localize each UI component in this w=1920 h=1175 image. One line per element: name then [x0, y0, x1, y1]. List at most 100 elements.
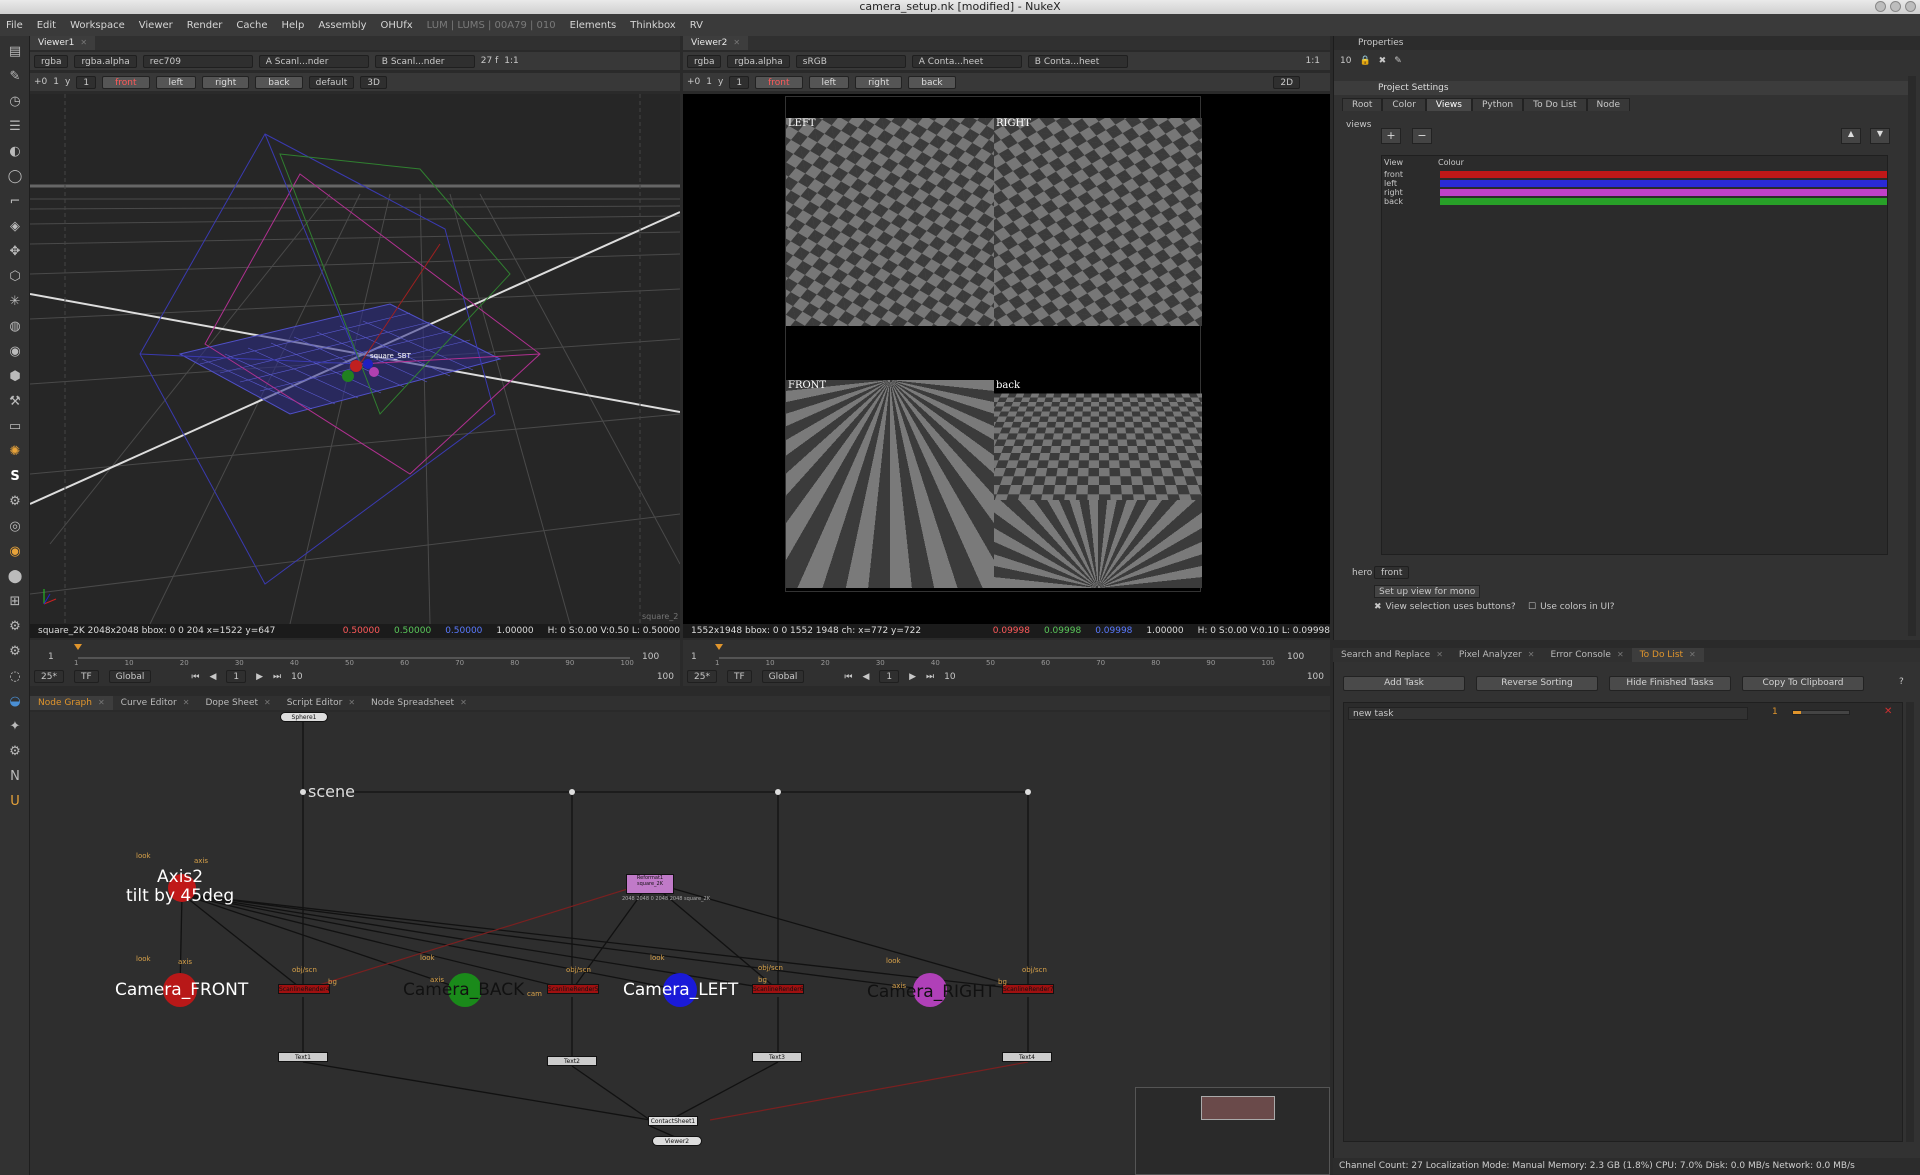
viewer1-frame-num[interactable]: 1: [53, 77, 59, 87]
viewer1-input-a-select[interactable]: A Scanl...nder: [258, 54, 369, 68]
time-tool-icon[interactable]: ◷: [4, 91, 26, 111]
menu-assembly[interactable]: Assembly: [318, 20, 366, 31]
viewer2-frame-offset[interactable]: +0: [687, 77, 700, 87]
node-graph-navigator[interactable]: [1135, 1087, 1330, 1175]
viewer2-range-end[interactable]: 100: [1307, 672, 1324, 682]
maximize-button[interactable]: [1890, 1, 1901, 12]
help-button[interactable]: ?: [1899, 677, 1904, 687]
plugin-cog-icon[interactable]: ⚙: [4, 616, 26, 636]
tab-script-editor[interactable]: Script Editor ✕: [279, 696, 363, 710]
task-progress-slider[interactable]: [1792, 710, 1850, 715]
checkbox-checked-icon[interactable]: ✖: [1374, 602, 1382, 612]
viewer1-tf-select[interactable]: TF: [73, 670, 99, 683]
camera-left-gizmo[interactable]: [363, 359, 373, 369]
viewer1-gain[interactable]: 27 f: [481, 56, 498, 66]
move-up-icon[interactable]: ▲: [1841, 128, 1861, 144]
use-colors-option[interactable]: ☐ Use colors in UI?: [1528, 602, 1615, 612]
scanline-render-node-1[interactable]: ScanlineRender4: [278, 984, 330, 994]
menu-thinkbox[interactable]: Thinkbox: [630, 20, 675, 31]
close-icon[interactable]: ✕: [80, 36, 87, 50]
view-buttons-option[interactable]: ✖ View selection uses buttons?: [1374, 602, 1516, 612]
clear-icon[interactable]: ✖: [1379, 56, 1387, 66]
merge-tool-icon[interactable]: ◈: [4, 216, 26, 236]
reformat-node[interactable]: Reformat1 square_2K: [626, 874, 674, 894]
viewer1-colorspace-select[interactable]: rec709: [142, 54, 253, 68]
view-colour-swatch[interactable]: [1440, 189, 1887, 196]
viewer1-y-value[interactable]: 1: [76, 75, 97, 89]
transform-tool-icon[interactable]: ✥: [4, 241, 26, 261]
setup-mono-button[interactable]: Set up view for mono: [1374, 585, 1481, 598]
viewer1-view-right-button[interactable]: right: [202, 75, 250, 89]
plugin-cog2-icon[interactable]: ⚙: [4, 641, 26, 661]
plugin-blue-icon[interactable]: ◒: [4, 691, 26, 711]
particles-tool-icon[interactable]: ✳: [4, 291, 26, 311]
viewer1-channels-select[interactable]: rgba: [34, 54, 69, 68]
viewer2-input-b-select[interactable]: B Conta...heet: [1027, 54, 1128, 68]
playhead-marker[interactable]: [74, 644, 82, 650]
edit-icon[interactable]: ✎: [1394, 56, 1402, 66]
views-row[interactable]: left: [1384, 179, 1887, 188]
viewer2-scope-select[interactable]: Global: [761, 670, 805, 683]
text-node-4[interactable]: Text4: [1002, 1052, 1052, 1062]
tab-viewer1[interactable]: Viewer1 ✕: [30, 36, 96, 50]
viewer1-lut-select[interactable]: default: [308, 75, 355, 89]
tab-color[interactable]: Color: [1382, 98, 1426, 111]
views-row[interactable]: front: [1384, 170, 1887, 179]
viewer1-fps-select[interactable]: 25*: [34, 670, 64, 683]
task-name-field[interactable]: new task: [1348, 707, 1748, 720]
checkbox-unchecked-icon[interactable]: ☐: [1528, 602, 1536, 612]
viewer2-fps-select[interactable]: 25*: [687, 670, 717, 683]
play-icon[interactable]: ▶: [256, 672, 263, 682]
menu-cache[interactable]: Cache: [236, 20, 267, 31]
close-icon[interactable]: ✕: [733, 36, 740, 50]
task-scrollbar[interactable]: [1906, 702, 1914, 1142]
viewer1-timeline-start[interactable]: 1: [48, 652, 54, 662]
skip-start-icon[interactable]: ⏮: [191, 672, 199, 682]
tab-dope-sheet[interactable]: Dope Sheet ✕: [197, 696, 278, 710]
plugin-star-icon[interactable]: ✦: [4, 716, 26, 736]
copy-clipboard-button[interactable]: Copy To Clipboard: [1742, 676, 1864, 691]
lock-icon[interactable]: 🔒: [1359, 56, 1370, 66]
viewer1-current-frame[interactable]: 1: [226, 670, 247, 683]
menu-render[interactable]: Render: [187, 20, 223, 31]
plugin-ring-icon[interactable]: ◎: [4, 516, 26, 536]
image-tool-icon[interactable]: ▤: [4, 41, 26, 61]
scanline-render-node-4[interactable]: ScanlineRender7: [1002, 984, 1054, 994]
hide-finished-button[interactable]: Hide Finished Tasks: [1609, 676, 1731, 691]
camera-right-gizmo[interactable]: [369, 367, 379, 377]
viewer-node[interactable]: Viewer2: [652, 1136, 702, 1146]
channel-tool-icon[interactable]: ☰: [4, 116, 26, 136]
viewer2-zoom[interactable]: 1:1: [1306, 56, 1320, 66]
play-icon[interactable]: ▶: [909, 672, 916, 682]
viewer2-frame-num[interactable]: 1: [706, 77, 712, 87]
camera-back-gizmo[interactable]: [342, 370, 354, 382]
hero-select[interactable]: front: [1374, 566, 1410, 579]
tab-search-replace[interactable]: Search and Replace ✕: [1333, 648, 1451, 662]
tab-todo-list[interactable]: To Do List: [1523, 98, 1587, 111]
viewer1-input-b-select[interactable]: B Scanl...nder: [374, 54, 475, 68]
viewer1-timeline-end[interactable]: 100: [642, 652, 659, 662]
camera-front-gizmo[interactable]: [350, 360, 362, 372]
3d-tool-icon[interactable]: ⬡: [4, 266, 26, 286]
navigator-viewport[interactable]: [1201, 1096, 1275, 1120]
menu-help[interactable]: Help: [282, 20, 305, 31]
add-view-button[interactable]: +: [1381, 128, 1401, 144]
tab-root[interactable]: Root: [1342, 98, 1383, 111]
menu-edit[interactable]: Edit: [37, 20, 56, 31]
menu-file[interactable]: File: [6, 20, 23, 31]
contact-sheet-node[interactable]: ContactSheet1: [648, 1116, 698, 1126]
skip-start-icon[interactable]: ⏮: [844, 672, 852, 682]
plugin-cog3-icon[interactable]: ⚙: [4, 741, 26, 761]
playhead-marker[interactable]: [715, 644, 723, 650]
skip-end-icon[interactable]: ⏭: [273, 672, 281, 682]
tab-pixel-analyzer[interactable]: Pixel Analyzer ✕: [1451, 648, 1543, 662]
reverse-sorting-button[interactable]: Reverse Sorting: [1476, 676, 1598, 691]
viewer1-view-back-button[interactable]: back: [255, 75, 303, 89]
sphere-node[interactable]: Sphere1: [280, 712, 328, 722]
viewer2-tf-select[interactable]: TF: [726, 670, 752, 683]
menu-ohufx[interactable]: OHUfx: [381, 20, 413, 31]
delete-task-icon[interactable]: ✕: [1884, 706, 1892, 717]
menu-workspace[interactable]: Workspace: [70, 20, 125, 31]
close-icon[interactable]: ✕: [1617, 648, 1624, 662]
viewer2-view-left-button[interactable]: left: [808, 75, 850, 89]
